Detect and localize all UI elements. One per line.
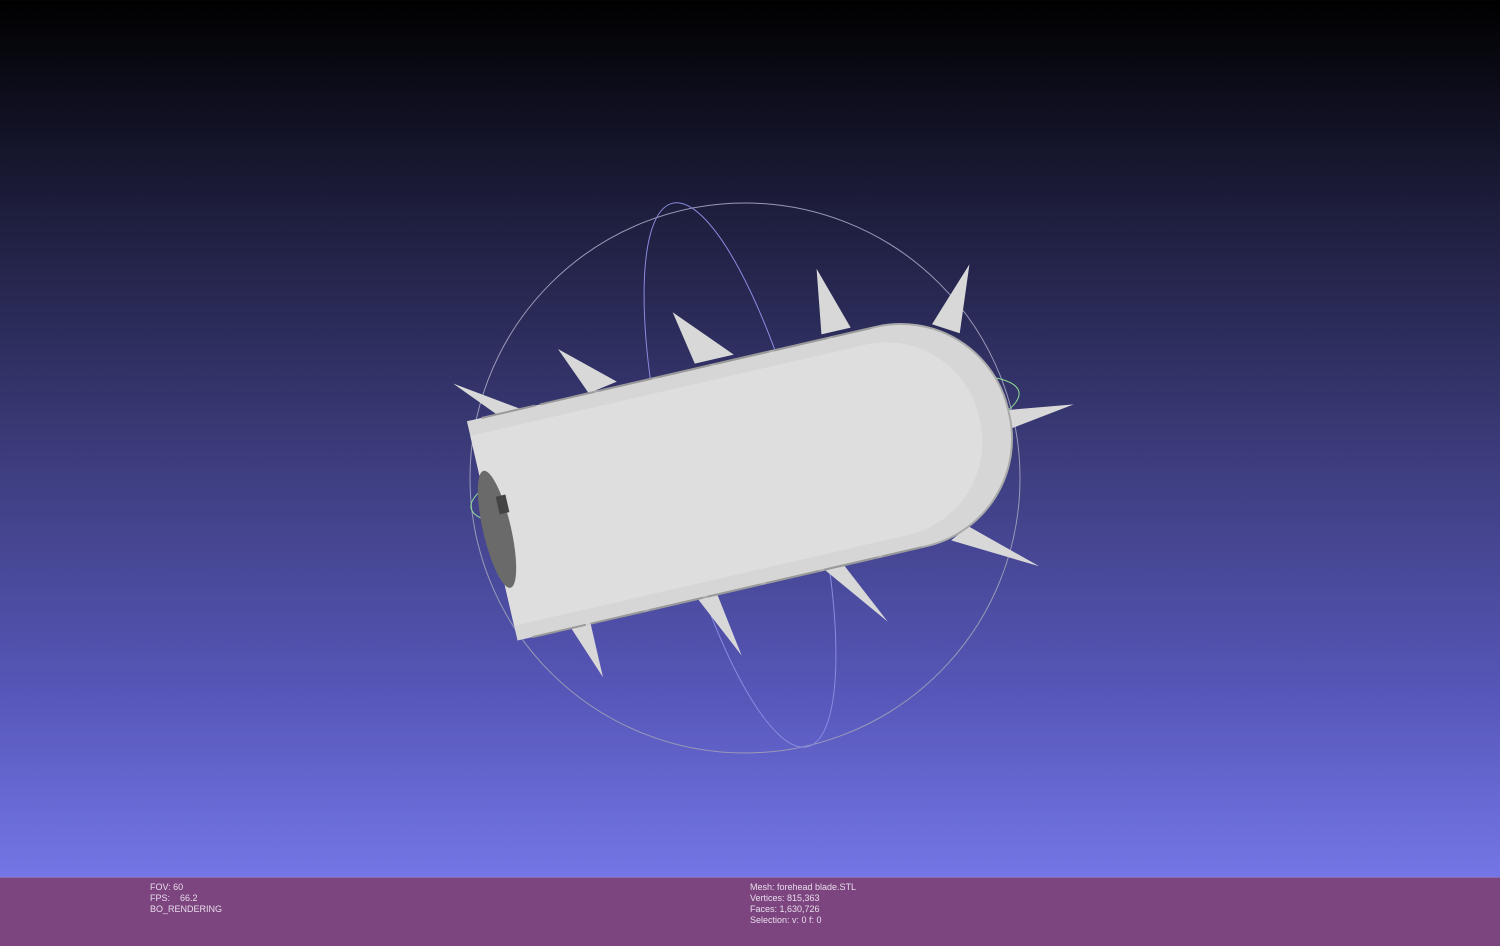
3d-viewport[interactable] [0, 0, 1500, 877]
render-info: FOV: 60 FPS: 66.2 BO_RENDERING [150, 882, 222, 915]
render-mode-label: BO_RENDERING [150, 904, 223, 914]
selection-label: Selection: v: 0 f: 0 [750, 915, 822, 925]
mesh-name-label: Mesh: forehead blade.STL [750, 882, 857, 892]
mesh-render [453, 202, 1074, 754]
faces-label: Faces: 1,630,726 [750, 904, 820, 914]
fov-label: FOV: 60 [150, 882, 184, 892]
mesh-info: Mesh: forehead blade.STL Vertices: 815,3… [750, 882, 856, 926]
vertices-label: Vertices: 815,363 [750, 893, 820, 903]
fps-label: FPS: 66.2 [150, 893, 198, 903]
status-bar: FOV: 60 FPS: 66.2 BO_RENDERING Mesh: for… [0, 877, 1500, 946]
